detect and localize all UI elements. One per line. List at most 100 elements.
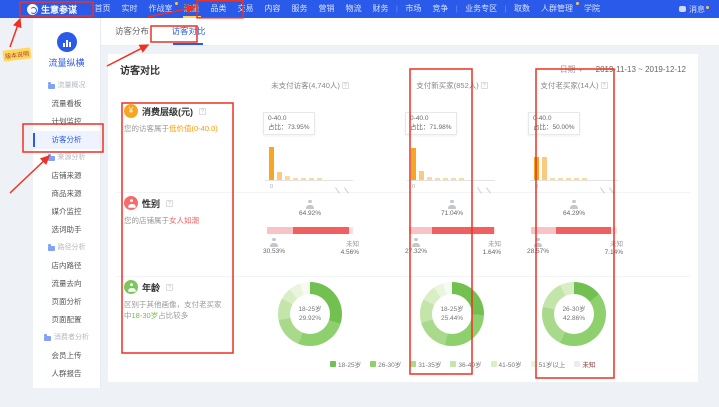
nav-right: 消息 [679, 4, 709, 15]
folder-icon [48, 156, 55, 161]
female-icon [570, 200, 579, 209]
module-logo-icon [57, 32, 77, 52]
female-icon [448, 200, 457, 209]
x-tick-label: 0 [270, 184, 273, 190]
row-gender-desc: 您的店铺属于女人如潮 [124, 215, 228, 226]
legend-item-31-35岁[interactable]: 31-35岁 [410, 359, 441, 369]
chart-tooltip: 0-40.0占比：73.95% [263, 112, 315, 135]
sidebar-item-流量去向[interactable]: 流量去向 [33, 275, 100, 293]
sidebar-item-选词助手[interactable]: 选词助手 [33, 221, 100, 239]
nav-item-财务[interactable]: 财务 [367, 0, 394, 18]
gender-icon [124, 196, 138, 210]
histogram-bar [419, 171, 424, 180]
sidebar-item-页面配置[interactable]: 页面配置 [33, 311, 100, 329]
legend-item-18-25岁[interactable]: 18-25岁 [330, 359, 361, 369]
histogram-bar [269, 147, 274, 180]
tab-visitor-distribution[interactable]: 访客分布 [115, 18, 149, 45]
brand[interactable]: 生意参谋 [27, 3, 77, 16]
nav-item-品类[interactable]: 品类 [205, 0, 232, 18]
x-tick-label: 0 [412, 184, 415, 190]
nav-item-服务[interactable]: 服务 [286, 0, 313, 18]
legend-item-41-50岁[interactable]: 41-50岁 [491, 359, 522, 369]
info-icon[interactable]: ? [199, 108, 206, 115]
nav-item-实时[interactable]: 实时 [116, 0, 143, 18]
sidebar-item-会员上传[interactable]: 会员上传 [33, 347, 100, 365]
nav-item-市场[interactable]: 市场 [400, 0, 427, 18]
nav-item-业务专区[interactable]: 业务专区 [460, 0, 503, 18]
folder-icon [48, 246, 55, 251]
nav-item-营销[interactable]: 营销 [313, 0, 340, 18]
x-axis [407, 180, 495, 181]
nav-item-人群管理[interactable]: 人群管理 [536, 0, 579, 18]
gender-chart-new-buyers: 71.04% 27.32% 未知1.64% [397, 200, 507, 266]
legend-swatch [531, 361, 537, 367]
sidebar-item-流量看板[interactable]: 流量看板 [33, 95, 100, 113]
nav-item-作战室[interactable]: 作战室 [143, 0, 178, 18]
brand-name: 生意参谋 [41, 3, 77, 16]
row-consumption-label: ¥ 消费层级(元) ? 您的访客属于低价值(0-40.0) [124, 104, 232, 134]
row-age-title: 年龄 [142, 281, 160, 294]
row-gender-label: 性别 ? 您的店铺属于女人如潮 [124, 196, 232, 226]
male-icon [534, 238, 543, 247]
legend-item-36-40岁[interactable]: 36-40岁 [450, 359, 481, 369]
sidebar-item-媒介监控[interactable]: 媒介监控 [33, 203, 100, 221]
chart-tooltip: 0-40.0占比：50.00% [528, 112, 580, 135]
row-gender-title: 性别 [142, 197, 160, 210]
nav-item-内容[interactable]: 内容 [259, 0, 286, 18]
histogram [269, 144, 322, 180]
age-donut-unpaid: 18-25岁29.92% [278, 282, 342, 346]
age-icon [124, 280, 138, 294]
info-icon[interactable]: ? [601, 82, 608, 89]
info-icon[interactable]: ? [342, 82, 349, 89]
chevron-down-icon: ▼ [578, 68, 584, 74]
sidebar-item-人群报告[interactable]: 人群报告 [33, 365, 100, 383]
tab-visitor-compare[interactable]: 访客对比 [171, 18, 205, 45]
info-icon[interactable]: ? [166, 284, 173, 291]
annotation-badge: 版本说明 [2, 47, 31, 61]
chart-tooltip: 0-40.0占比：71.98% [405, 112, 457, 135]
info-icon[interactable]: ? [481, 82, 488, 89]
date-picker[interactable]: 日期▼ [560, 64, 584, 75]
nav-item-流量[interactable]: 流量 [178, 0, 205, 18]
sidebar-item-店内路径[interactable]: 店内路径 [33, 257, 100, 275]
legend-swatch [450, 361, 456, 367]
date-filter: 日期▼ 2019-11-13 ~ 2019-12-12 [560, 64, 686, 75]
annotation-arrow-topleft [10, 19, 20, 47]
legend-swatch [491, 361, 497, 367]
nav-item-取数[interactable]: 取数 [509, 0, 536, 18]
sidebar-item-流量概况[interactable]: 流量概况 [33, 77, 100, 95]
sidebar-item-商品来源[interactable]: 商品来源 [33, 185, 100, 203]
x-axis [530, 180, 618, 181]
row-consumption-title: 消费层级(元) [142, 105, 193, 118]
legend-item-51岁以上[interactable]: 51岁以上 [531, 359, 566, 369]
nav-item-竞争[interactable]: 竞争 [427, 0, 454, 18]
sidebar-item-来源分析[interactable]: 来源分析 [33, 149, 100, 167]
age-legend: 18-25岁 26-30岁 31-35岁 36-40岁 41-50岁 51岁以上未知 [330, 359, 595, 369]
info-icon[interactable]: ? [166, 200, 173, 207]
legend-item-26-30岁[interactable]: 26-30岁 [370, 359, 401, 369]
sidebar-item-页面分析[interactable]: 页面分析 [33, 293, 100, 311]
nav-menu: 首页实时作战室流量品类交易内容服务营销物流财务|市场竞争|业务专区|取数人群管理… [89, 0, 605, 18]
folder-icon [48, 84, 55, 89]
folder-icon [44, 336, 51, 341]
messages-button[interactable]: 消息 [689, 4, 709, 15]
message-icon [679, 6, 686, 12]
sidebar-item-访客分析[interactable]: 访客分析 [33, 131, 100, 149]
nav-item-首页[interactable]: 首页 [89, 0, 116, 18]
sidebar-menu: 流量概况流量看板计划监控访客分析来源分析店铺来源商品来源媒介监控选词助手路径分析… [33, 77, 100, 383]
histogram-bar [277, 172, 282, 180]
sidebar-item-计划监控[interactable]: 计划监控 [33, 113, 100, 131]
nav-item-交易[interactable]: 交易 [232, 0, 259, 18]
row-consumption-desc: 您的访客属于低价值(0-40.0) [124, 123, 228, 134]
page: 生意参谋 首页实时作战室流量品类交易内容服务营销物流财务|市场竞争|业务专区|取… [0, 0, 719, 407]
legend-swatch [330, 361, 336, 367]
sidebar-item-店铺来源[interactable]: 店铺来源 [33, 167, 100, 185]
nav-item-物流[interactable]: 物流 [340, 0, 367, 18]
nav-item-学院[interactable]: 学院 [579, 0, 606, 18]
gender-chart-old-buyers: 64.29% 28.57% 未知7.14% [519, 200, 629, 266]
legend-item-未知[interactable]: 未知 [574, 359, 595, 369]
sidebar-item-路径分析[interactable]: 路径分析 [33, 239, 100, 257]
sidebar-item-消费者分析[interactable]: 消费者分析 [33, 329, 100, 347]
consumption-chart-unpaid: 0-40.0占比：73.95% 0 [263, 110, 355, 194]
age-donut-old-buyers: 26-30岁42.86% [542, 282, 606, 346]
